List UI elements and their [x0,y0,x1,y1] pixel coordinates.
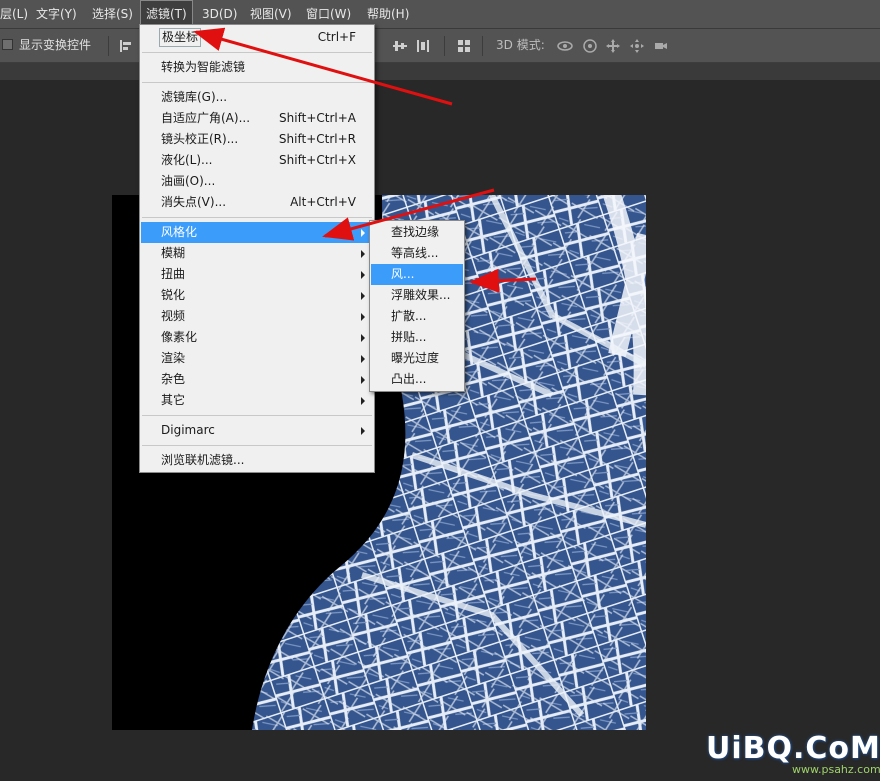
menu-item-adaptive-wide[interactable]: 自适应广角(A)... Shift+Ctrl+A [141,108,373,129]
submenu-arrow-icon [361,427,365,435]
watermark-url: www.psahz.com [792,763,880,776]
menu-item-oil-paint[interactable]: 油画(O)... [141,171,373,192]
menu-item-lens-correction[interactable]: 镜头校正(R)... Shift+Ctrl+R [141,129,373,150]
show-transform-checkbox[interactable] [2,39,13,50]
3d-slide-icon[interactable] [629,38,645,54]
submenu-arrow-icon [361,229,365,237]
menu-item-label: 视频 [161,309,186,323]
menu-item-shortcut: Alt+Ctrl+V [290,195,356,209]
menu-item-label: 曝光过度 [391,351,440,365]
menu-item-label: 镜头校正(R)... [161,132,239,146]
menu-item-label: 等高线... [391,246,439,260]
watermark-logo: UiBQ.CoM [706,731,880,766]
menu-separator [142,415,372,416]
submenu-arrow-icon [361,292,365,300]
menu-item-stylize[interactable]: 风格化 [141,222,373,243]
3d-roll-icon[interactable] [582,38,598,54]
menu-separator [142,217,372,218]
menu-item-render[interactable]: 渲染 [141,348,373,369]
menu-item-label: 风格化 [161,225,198,239]
menu-item-label: 像素化 [161,330,198,344]
menu-item-label: 锐化 [161,288,186,302]
menu-item-pixelate[interactable]: 像素化 [141,327,373,348]
submenu-item-wind[interactable]: 风... [371,264,463,285]
submenu-item-emboss[interactable]: 浮雕效果... [371,285,463,306]
menu-item-sharpen[interactable]: 锐化 [141,285,373,306]
menubar: 层(L) 文字(Y) 选择(S) 滤镜(T) 3D(D) 视图(V) 窗口(W)… [0,0,880,29]
3d-pan-icon[interactable] [605,38,621,54]
submenu-arrow-icon [361,334,365,342]
3d-orbit-icon[interactable] [557,38,573,54]
menu-item-shortcut: Shift+Ctrl+A [279,111,356,125]
menu-item-blur[interactable]: 模糊 [141,243,373,264]
submenu-arrow-icon [361,376,365,384]
submenu-arrow-icon [361,271,365,279]
menu-item-last-filter[interactable]: 极坐标 Ctrl+F [141,27,373,48]
menu-item-label: 极坐标 [159,28,202,47]
menu-item-label: Digimarc [161,423,215,437]
menu-item-label: 查找边缘 [391,225,440,239]
3d-camera-icon[interactable] [653,38,669,54]
menu-item-label: 渲染 [161,351,186,365]
menu-item-other[interactable]: 其它 [141,390,373,411]
menu-separator [142,82,372,83]
menu-item-label: 凸出... [391,372,427,386]
menu-item-convert-smart[interactable]: 转换为智能滤镜 [141,57,373,78]
stylize-submenu: 查找边缘 等高线... 风... 浮雕效果... 扩散... 拼贴... 曝光过… [369,220,465,392]
menu-item-label: 液化(L)... [161,153,213,167]
distribute-icon[interactable] [415,38,431,54]
3d-mode-label: 3D 模式: [496,38,545,52]
menu-item-label: 浏览联机滤镜... [161,453,245,467]
align-vcenter-icon[interactable] [392,38,408,54]
menu-item-label: 油画(O)... [161,174,216,188]
submenu-item-find-edges[interactable]: 查找边缘 [371,222,463,243]
menu-item-vanishing-point[interactable]: 消失点(V)... Alt+Ctrl+V [141,192,373,213]
menu-item-label: 滤镜库(G)... [161,90,228,104]
submenu-arrow-icon [361,250,365,258]
menu-item-label: 拼贴... [391,330,427,344]
menu-item-shortcut: Ctrl+F [317,30,356,44]
options-bar: 显示变换控件 3D 模式: [0,29,880,63]
show-transform-label: 显示变换控件 [19,38,92,52]
menu-item-shortcut: Shift+Ctrl+R [278,132,356,146]
menu-item-distort[interactable]: 扭曲 [141,264,373,285]
menu-item-label: 扩散... [391,309,427,323]
submenu-arrow-icon [361,355,365,363]
submenu-arrow-icon [361,397,365,405]
submenu-item-tiles[interactable]: 拼贴... [371,327,463,348]
menu-item-liquify[interactable]: 液化(L)... Shift+Ctrl+X [141,150,373,171]
filter-menu: 极坐标 Ctrl+F 转换为智能滤镜 滤镜库(G)... 自适应广角(A)...… [139,24,375,473]
separator [108,36,109,56]
menu-separator [142,52,372,53]
document-tab-band [0,63,880,80]
menu-item-label: 转换为智能滤镜 [161,60,246,74]
submenu-item-contour[interactable]: 等高线... [371,243,463,264]
menu-item-noise[interactable]: 杂色 [141,369,373,390]
auto-align-icon[interactable] [456,38,472,54]
menu-item-browse-online[interactable]: 浏览联机滤镜... [141,450,373,471]
submenu-item-diffuse[interactable]: 扩散... [371,306,463,327]
menu-item-gallery[interactable]: 滤镜库(G)... [141,87,373,108]
submenu-item-extrude[interactable]: 凸出... [371,369,463,390]
menu-item-label: 自适应广角(A)... [161,111,251,125]
submenu-arrow-icon [361,313,365,321]
menu-layer[interactable]: 层(L) [0,0,28,28]
menu-item-label: 消失点(V)... [161,195,227,209]
menu-select[interactable]: 选择(S) [92,0,133,28]
menu-item-label: 其它 [161,393,186,407]
separator [482,36,483,56]
menu-item-label: 扭曲 [161,267,186,281]
menu-item-video[interactable]: 视频 [141,306,373,327]
menu-item-label: 杂色 [161,372,186,386]
menu-type[interactable]: 文字(Y) [36,0,77,28]
align-left-icon[interactable] [118,38,134,54]
menu-item-digimarc[interactable]: Digimarc [141,420,373,441]
menu-separator [142,445,372,446]
separator [444,36,445,56]
menu-item-label: 浮雕效果... [391,288,451,302]
menu-item-label: 风... [391,267,415,281]
submenu-item-solarize[interactable]: 曝光过度 [371,348,463,369]
menu-item-label: 模糊 [161,246,186,260]
menu-item-shortcut: Shift+Ctrl+X [279,153,356,167]
